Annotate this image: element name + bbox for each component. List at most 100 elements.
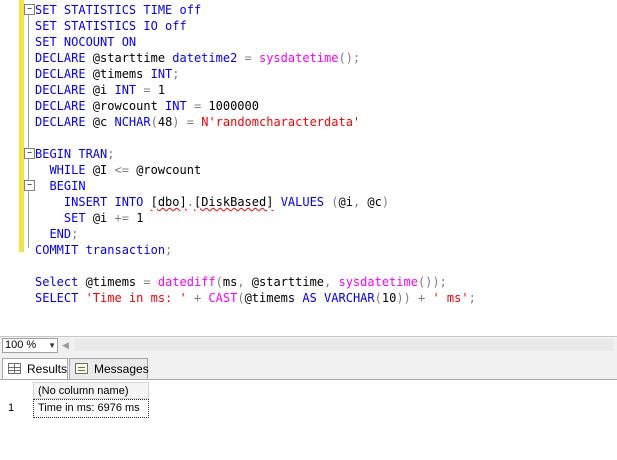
zoom-select[interactable]: 100 % ▼	[2, 338, 58, 353]
tab-results[interactable]: Results	[2, 358, 68, 380]
code-token: +=	[114, 211, 137, 225]
code-token: SET NOCOUNT ON	[35, 35, 137, 49]
code-token: AS	[302, 291, 325, 305]
code-token: END	[49, 227, 72, 241]
code-token: =	[143, 275, 158, 289]
code-line[interactable]: SET STATISTICS IO off	[35, 18, 187, 34]
code-token: =	[193, 99, 209, 113]
code-token: INT	[150, 67, 173, 81]
code-line[interactable]: COMMIT transaction;	[35, 242, 172, 258]
grid-corner-cell[interactable]	[3, 382, 33, 399]
code-line[interactable]: SELECT 'Time in ms: ' + CAST(@timems AS …	[35, 290, 476, 306]
code-token: ,	[352, 195, 368, 209]
column-header[interactable]: (No column name)	[33, 382, 149, 399]
code-token: WHILE	[49, 163, 93, 177]
code-line[interactable]: END;	[35, 226, 78, 242]
code-token: @c	[92, 115, 115, 129]
code-token: datediff	[157, 275, 216, 289]
code-token: +	[186, 291, 209, 305]
code-token: ());	[417, 275, 447, 289]
horizontal-scrollbar[interactable]	[74, 339, 614, 351]
code-line[interactable]: DECLARE @rowcount INT = 1000000	[35, 98, 259, 114]
code-line[interactable]: BEGIN TRAN;	[35, 146, 114, 162]
code-token: DECLARE	[35, 115, 93, 129]
code-token: 1	[157, 83, 166, 97]
code-token: COMMIT transaction	[35, 243, 166, 257]
code-token: ms	[222, 275, 238, 289]
code-token: SET STATISTICS IO	[35, 19, 166, 33]
code-token: SET STATISTICS TIME	[35, 3, 180, 17]
code-token: ;	[172, 67, 180, 81]
code-token: DECLARE	[35, 99, 93, 113]
code-token: (	[215, 275, 223, 289]
code-token: @starttime	[92, 51, 173, 65]
code-line[interactable]: SET @i += 1	[35, 210, 144, 226]
code-token: ();	[338, 51, 361, 65]
code-token: @i	[92, 83, 115, 97]
code-token: sysdatetime	[258, 51, 339, 65]
code-token: ,	[237, 275, 252, 289]
collapse-icon[interactable]: −	[24, 148, 35, 159]
code-token: )) +	[396, 291, 433, 305]
code-token: @I	[92, 163, 115, 177]
collapse-icon[interactable]: −	[24, 4, 35, 15]
code-token: @rowcount	[92, 99, 166, 113]
code-line[interactable]: DECLARE @timems INT;	[35, 66, 180, 82]
code-token: [dbo]	[150, 195, 187, 209]
code-token: BEGIN TRAN	[35, 147, 108, 161]
code-line[interactable]: BEGIN	[35, 178, 85, 194]
chevron-down-icon: ▼	[48, 341, 56, 350]
code-token: DECLARE	[35, 51, 93, 65]
code-token: @timems	[85, 275, 144, 289]
code-token: @starttime	[251, 275, 325, 289]
row-number[interactable]: 1	[3, 399, 33, 418]
code-token: =	[244, 51, 259, 65]
code-token: SELECT	[35, 291, 86, 305]
messages-icon	[75, 363, 88, 374]
code-token: off	[179, 3, 202, 17]
code-line[interactable]: SET STATISTICS TIME off	[35, 2, 201, 18]
code-token: INT	[165, 99, 194, 113]
code-token: @c	[367, 195, 382, 209]
code-line[interactable]: DECLARE @i INT = 1	[35, 82, 165, 98]
code-token: (	[331, 195, 339, 209]
code-token: VARCHAR	[324, 291, 375, 305]
code-token: (	[237, 291, 245, 305]
code-line[interactable]: DECLARE @starttime datetime2 = sysdateti…	[35, 50, 360, 66]
code-line[interactable]: WHILE @I <= @rowcount	[35, 162, 201, 178]
results-pane: Results Messages (No column name) 1 Time…	[0, 354, 617, 460]
code-token: datetime2	[172, 51, 245, 65]
collapse-icon[interactable]: −	[24, 180, 35, 191]
code-token: off	[165, 19, 187, 33]
code-token: SET	[63, 211, 93, 225]
code-token: DECLARE	[35, 83, 93, 97]
code-token: CAST	[208, 291, 238, 305]
zoom-value: 100 %	[5, 339, 37, 351]
code-token: ;	[468, 291, 476, 305]
change-tracking-margin	[19, 0, 24, 252]
code-token: N'randomcharacterdata'	[201, 115, 361, 129]
tab-messages[interactable]: Messages	[69, 358, 149, 379]
scroll-left-icon[interactable]: ◀	[62, 339, 69, 352]
code-token: (	[150, 115, 158, 129]
query-editor[interactable]: − − − SET STATISTICS TIME off SET STATIST…	[0, 0, 617, 336]
code-token: NCHAR	[114, 115, 151, 129]
code-line[interactable]: DECLARE @c NCHAR(48) = N'randomcharacter…	[35, 114, 360, 130]
result-cell[interactable]: Time in ms: 6976 ms	[33, 399, 149, 418]
code-line[interactable]: Select @timems = datediff(ms, @starttime…	[35, 274, 447, 290]
code-token: 1000000	[208, 99, 259, 113]
code-line[interactable]: SET NOCOUNT ON	[35, 34, 136, 50]
code-token: (	[374, 291, 382, 305]
tab-label: Results	[27, 362, 68, 376]
code-token: ;	[107, 147, 115, 161]
code-token: .	[186, 195, 194, 209]
code-token: 1	[136, 211, 144, 225]
code-token: ' ms'	[432, 291, 469, 305]
editor-status-bar: 100 % ▼ ◀	[0, 336, 617, 354]
code-token: 'Time in ms: '	[85, 291, 187, 305]
code-token: @i	[92, 211, 115, 225]
code-line[interactable]: INSERT INTO [dbo].[DiskBased] VALUES (@i…	[35, 194, 389, 210]
tab-label: Messages	[94, 362, 149, 376]
code-token: Select	[35, 275, 86, 289]
